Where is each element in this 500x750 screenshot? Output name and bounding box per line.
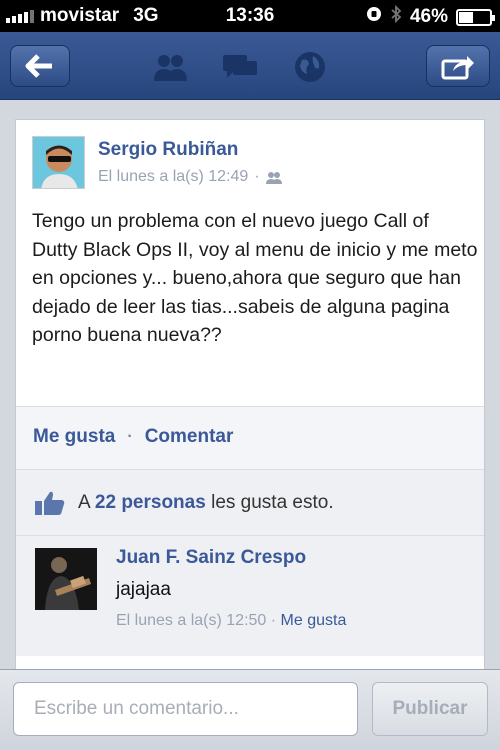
likes-suffix: les gusta esto. <box>211 492 334 513</box>
messages-icon[interactable] <box>220 50 260 84</box>
audience-friends-icon <box>265 171 282 184</box>
likes-count[interactable]: 22 personas <box>95 492 206 513</box>
content-area: Sergio Rubiñan El lunes a la(s) 12:49 · … <box>0 101 500 669</box>
nav-bar <box>0 32 500 100</box>
back-arrow-icon <box>25 54 52 78</box>
action-separator: · <box>127 428 133 445</box>
comment-input[interactable] <box>13 682 358 736</box>
post-meta: El lunes a la(s) 12:49 · <box>98 168 282 186</box>
status-bar: movistar 3G 13:36 46% <box>0 0 500 32</box>
post-actions: Me gusta · Comentar <box>16 407 484 469</box>
comment-separator: · <box>270 612 277 629</box>
comment-like-button[interactable]: Me gusta <box>281 612 347 629</box>
likes-summary[interactable]: A 22 personas les gusta esto. <box>16 470 484 535</box>
meta-separator: · <box>254 168 260 185</box>
post-card: Sergio Rubiñan El lunes a la(s) 12:49 · … <box>15 119 485 669</box>
commenter-avatar[interactable] <box>35 548 97 610</box>
comment-timestamp: El lunes a la(s) 12:50 <box>116 612 267 629</box>
post-text: Tengo un problema con el nuevo juego Cal… <box>32 210 478 346</box>
battery-percent: 46% <box>409 6 448 27</box>
comment-composer: Publicar <box>0 669 500 750</box>
share-button[interactable] <box>426 45 490 87</box>
friends-icon[interactable] <box>150 50 190 84</box>
post-timestamp[interactable]: El lunes a la(s) 12:49 <box>98 168 248 186</box>
share-icon <box>441 56 474 80</box>
likes-text: A 22 personas les gusta esto. <box>78 492 334 514</box>
author-avatar[interactable] <box>32 136 85 189</box>
bluetooth-icon <box>390 4 402 29</box>
thumbs-up-icon <box>35 491 65 515</box>
comment-button[interactable]: Comentar <box>145 426 234 448</box>
back-button[interactable] <box>10 45 70 87</box>
notifications-globe-icon[interactable] <box>290 50 330 84</box>
post-author[interactable]: Sergio Rubiñan <box>98 139 238 161</box>
comment-meta: El lunes a la(s) 12:50 · Me gusta <box>116 612 346 630</box>
commenter-name[interactable]: Juan F. Sainz Crespo <box>116 547 306 569</box>
publish-button[interactable]: Publicar <box>372 682 488 736</box>
like-button[interactable]: Me gusta <box>33 426 115 448</box>
likes-prefix: A <box>78 492 90 513</box>
comment-item: Juan F. Sainz Crespo jajajaa El lunes a … <box>16 536 484 656</box>
comment-text: jajajaa <box>116 579 171 600</box>
battery-icon <box>456 8 495 26</box>
lock-rotation-icon <box>366 6 382 28</box>
